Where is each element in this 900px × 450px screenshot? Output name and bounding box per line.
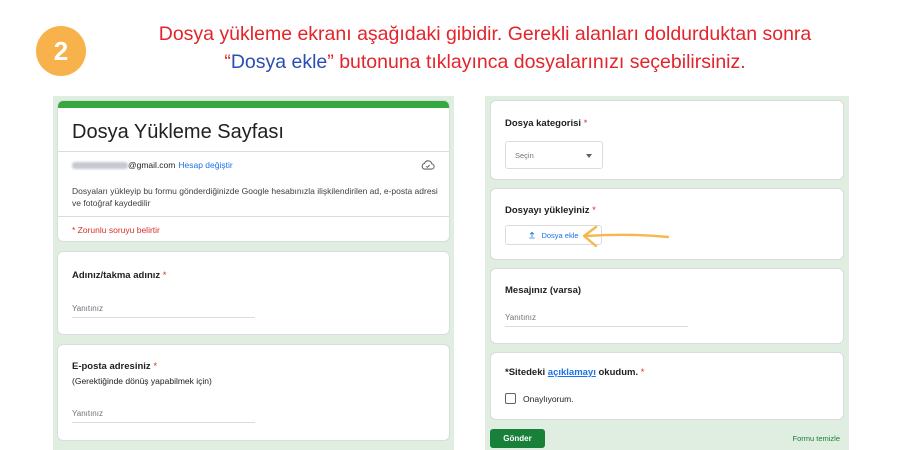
message-input[interactable]: Yanıtınız: [505, 313, 688, 327]
explanation-link[interactable]: açıklamayı: [548, 367, 596, 378]
question-subtitle: (Gerektiğinde dönüş yapabilmek için): [72, 376, 212, 386]
required-asterisk: *: [153, 361, 158, 372]
question-card-agree: *Sitedeki açıklamayı okudum. * Onaylıyor…: [490, 352, 844, 420]
form-accent-bar: [58, 101, 449, 108]
required-asterisk: *: [583, 118, 588, 129]
required-asterisk: *: [640, 367, 645, 378]
required-note: * Zorunlu soruyu belirtir: [72, 225, 160, 235]
question-label: Mesajınız (varsa): [505, 285, 582, 296]
form-screenshot-left: Dosya Yükleme Sayfası @gmail.com Hesap de…: [53, 96, 454, 450]
step-badge: 2: [36, 26, 86, 76]
question-label-text: E-posta adresiniz: [72, 361, 151, 372]
question-card-message: Mesajınız (varsa) Yanıtınız: [490, 268, 844, 344]
question-card-name: Adınız/takma adınız * Yanıtınız: [57, 251, 450, 335]
caption-line-2: “Dosya ekle” butonuna tıklayınca dosyala…: [100, 48, 870, 76]
agree-checkbox-label[interactable]: Onaylıyorum.: [523, 394, 574, 404]
clear-form-link[interactable]: Formu temizle: [792, 434, 840, 443]
form-title: Dosya Yükleme Sayfası: [72, 121, 284, 143]
instruction-caption: Dosya yükleme ekranı aşağıdaki gibidir. …: [100, 20, 870, 76]
blurred-username: [72, 162, 128, 170]
caption-highlight: Dosya ekle: [230, 51, 328, 73]
agree-label-prefix: *Sitedeki: [505, 367, 548, 378]
question-label: Adınız/takma adınız *: [72, 270, 167, 281]
agree-checkbox[interactable]: [505, 393, 516, 404]
name-input[interactable]: Yanıtınız: [72, 304, 255, 318]
question-label-text: Dosya kategorisi: [505, 118, 582, 129]
select-value: Seçin: [515, 151, 534, 160]
caption-line-2-rest: butonuna tıklayınca dosyalarınızı seçebi…: [333, 51, 746, 73]
question-label-text: Dosyayı yükleyiniz: [505, 205, 590, 216]
category-select[interactable]: Seçin: [505, 141, 603, 169]
chevron-down-icon: [586, 154, 592, 158]
form-description: Dosyaları yükleyip bu formu gönderdiğini…: [72, 186, 438, 208]
account-row: @gmail.com Hesap değiştir: [72, 160, 233, 170]
question-label: Dosya kategorisi *: [505, 118, 587, 129]
tutorial-slide: 2 Dosya yükleme ekranı aşağıdaki gibidir…: [0, 0, 900, 450]
upload-icon: [529, 231, 536, 239]
required-asterisk: *: [162, 270, 167, 281]
question-card-email: E-posta adresiniz * (Gerektiğinde dönüş …: [57, 344, 450, 441]
email-input[interactable]: Yanıtınız: [72, 409, 255, 423]
switch-account-link[interactable]: Hesap değiştir: [178, 160, 232, 170]
cloud-icon: [421, 160, 435, 170]
question-card-category: Dosya kategorisi * Seçin: [490, 100, 844, 180]
arrow-left-icon: [582, 225, 670, 248]
required-asterisk: *: [592, 205, 596, 216]
question-label: Dosyayı yükleyiniz *: [505, 205, 596, 216]
submit-button[interactable]: Gönder: [490, 429, 545, 448]
divider: [58, 216, 449, 217]
agree-label-suffix: okudum.: [595, 367, 639, 378]
question-label: *Sitedeki açıklamayı okudum. *: [505, 367, 644, 378]
add-file-label: Dosya ekle: [541, 230, 579, 240]
question-label-text: Adınız/takma adınız: [72, 270, 161, 281]
divider: [58, 151, 449, 152]
step-number: 2: [53, 35, 69, 66]
form-header-card: Dosya Yükleme Sayfası @gmail.com Hesap de…: [57, 100, 450, 242]
question-label: E-posta adresiniz *: [72, 361, 157, 372]
account-email-domain: @gmail.com: [128, 160, 176, 170]
caption-line-1: Dosya yükleme ekranı aşağıdaki gibidir. …: [158, 23, 812, 45]
form-screenshot-right: Dosya kategorisi * Seçin Dosyayı yükleyi…: [485, 96, 849, 450]
